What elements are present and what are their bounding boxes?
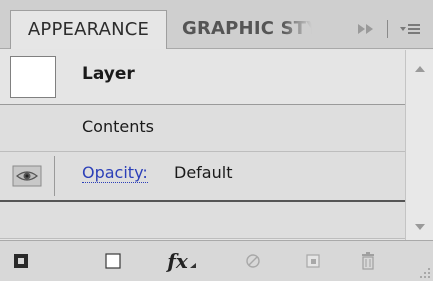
add-new-fill-button[interactable]: [100, 248, 126, 274]
eye-icon[interactable]: [12, 164, 42, 188]
visibility-toggle[interactable]: [10, 156, 55, 196]
vertical-scrollbar[interactable]: [405, 50, 433, 240]
add-new-effect-button[interactable]: fx: [160, 248, 204, 274]
tab-graphic-styles[interactable]: GRAPHIC STY: [170, 10, 312, 48]
add-new-stroke-button[interactable]: [8, 248, 34, 274]
empty-row: [0, 202, 405, 239]
delete-item-button[interactable]: [355, 248, 381, 274]
effect-menu-arrow-icon: [189, 263, 196, 268]
panel-tab-bar: APPEARANCE GRAPHIC STY: [0, 0, 433, 49]
clear-circle-slash-icon: [246, 254, 260, 268]
contents-label: Contents: [82, 117, 154, 136]
appearance-panel: APPEARANCE GRAPHIC STY Layer Contents Op…: [0, 0, 433, 281]
stroke-square-icon: [14, 254, 28, 268]
layer-label: Layer: [82, 64, 135, 84]
resize-grip-icon[interactable]: [419, 267, 431, 279]
opacity-value: Default: [174, 163, 233, 182]
duplicate-item-button[interactable]: [300, 248, 326, 274]
bottom-toolbar: fx: [0, 240, 433, 281]
scroll-up-arrow-icon[interactable]: [415, 66, 425, 72]
tab-bar-divider: [387, 20, 388, 38]
layer-thumbnail: [10, 56, 56, 98]
opacity-link[interactable]: Opacity:: [82, 164, 148, 183]
trash-icon: [362, 252, 374, 270]
fx-icon: fx: [167, 249, 188, 273]
panel-menu-icon[interactable]: [398, 20, 422, 38]
tab-appearance[interactable]: APPEARANCE: [10, 10, 167, 49]
duplicate-icon: [306, 254, 320, 268]
double-chevron-right-icon[interactable]: [354, 22, 378, 36]
layer-row[interactable]: Layer: [0, 50, 405, 105]
scroll-down-arrow-icon[interactable]: [415, 224, 425, 230]
contents-row[interactable]: Contents: [0, 105, 405, 152]
fill-square-icon: [105, 253, 121, 269]
clear-appearance-button[interactable]: [240, 248, 266, 274]
opacity-row[interactable]: Opacity: Default: [0, 152, 405, 202]
